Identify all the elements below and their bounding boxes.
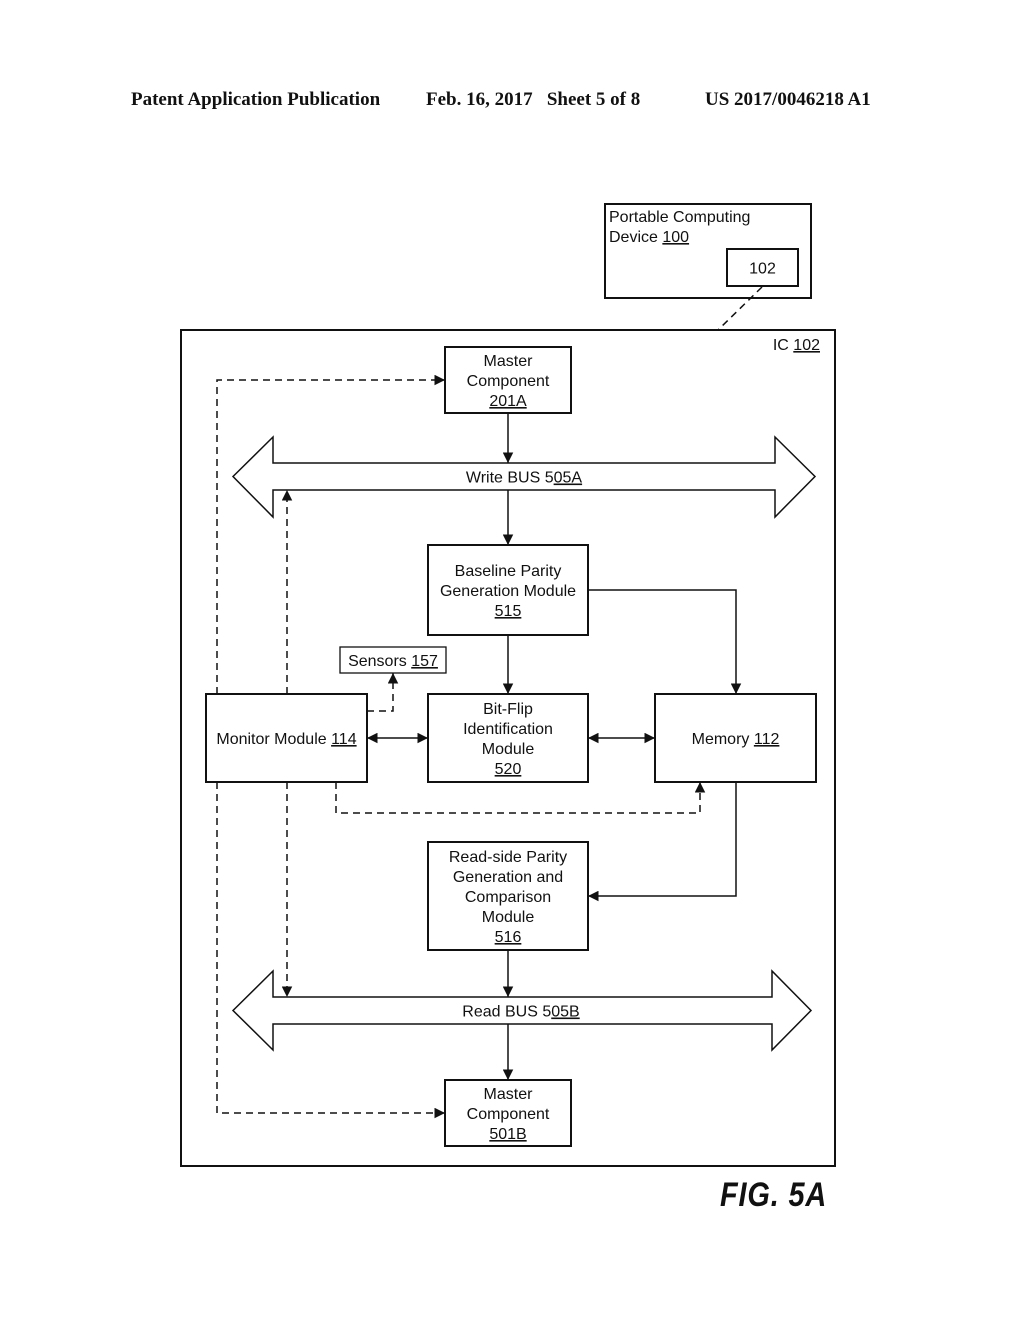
label-text: Identification (463, 721, 553, 738)
master_a-label: Master Component 201A (467, 353, 550, 410)
node-text-line: Module (482, 741, 535, 758)
node-text-line: Comparison (465, 889, 551, 906)
portable_device-label: Portable Computing Device 100 (609, 209, 750, 246)
ref-number: 516 (495, 929, 522, 946)
label-text: IC (773, 337, 793, 354)
label-text: Monitor Module (216, 731, 331, 748)
label-text: Read BUS 5 (462, 1004, 551, 1021)
label-text: Baseline Parity (455, 563, 562, 580)
ref-number: 201A (489, 393, 527, 410)
ref-number: 112 (754, 731, 780, 748)
node-text-line: Component (467, 1106, 550, 1123)
node-text-line: Identification (463, 721, 553, 738)
node-text-line: Read-side Parity (449, 849, 567, 866)
node-text-line: Monitor Module 114 (216, 731, 356, 748)
node-text-line: Module (482, 909, 535, 926)
ref-number: 520 (495, 761, 522, 778)
node-text-line: Portable Computing (609, 209, 750, 226)
ref-number: 501B (489, 1126, 526, 1143)
ref-number: 515 (495, 603, 522, 620)
node-text-line: 520 (495, 761, 522, 778)
label-text: Device (609, 229, 662, 246)
edge-monitor-to-memory (335, 782, 706, 814)
ref-number: 100 (662, 229, 689, 246)
label-text: Sensors (348, 653, 411, 670)
label-text: Portable Computing (609, 209, 750, 226)
ref-number: 05A (554, 470, 583, 487)
baseline_parity-label: Baseline Parity Generation Module 515 (440, 563, 576, 620)
diagram-canvas: Portable ComputingDevice 100102IC 102Mas… (180, 203, 836, 1167)
node-text-line: Generation and (453, 869, 563, 886)
master_b-label: Master Component 501B (467, 1086, 550, 1143)
label-text: Component (467, 1106, 550, 1123)
ref-number: 05B (551, 1004, 579, 1021)
node-text-line: Master (484, 1086, 534, 1103)
node-text-line: Generation Module (440, 583, 576, 600)
label-text: Comparison (465, 889, 551, 906)
sensors-label: Sensors 157 (348, 653, 438, 670)
node-text-line: 501B (489, 1126, 526, 1143)
node-text-line: Component (467, 373, 550, 390)
device_chip-label: 102 (749, 261, 776, 278)
label-text: Module (482, 741, 535, 758)
node-text-line: Memory 112 (692, 731, 780, 748)
node-text-line: 516 (495, 929, 522, 946)
read-bus-arrow-label: Read BUS 505B (462, 1004, 579, 1021)
edge-baseline-to-memory (588, 589, 742, 694)
edge-monitor-to-master-b (216, 782, 445, 1119)
node-text-line: Device 100 (609, 229, 689, 246)
ref-number: 157 (411, 653, 438, 670)
edge-device-to-ic (717, 286, 763, 331)
monitor-label: Monitor Module 114 (216, 731, 356, 748)
label-text: Master (484, 1086, 534, 1103)
edge-memory-to-readside (588, 782, 737, 902)
figure-label: FIG. 5A (720, 1176, 828, 1214)
edge-monitor-to-sensors (367, 673, 399, 712)
write-bus-arrow-label: Write BUS 505A (466, 470, 583, 487)
label-text: Bit-Flip (483, 701, 533, 718)
node-text-line: IC 102 (773, 337, 820, 354)
label-text: Memory (692, 731, 754, 748)
label-text: Read-side Parity (449, 849, 567, 866)
label-text: Module (482, 909, 535, 926)
label-text: 102 (749, 261, 776, 278)
label-text: Write BUS 5 (466, 470, 554, 487)
bitflip-label: Bit-Flip Identification Module 520 (463, 701, 553, 778)
node-text-line: Baseline Parity (455, 563, 562, 580)
ref-number: 114 (331, 731, 357, 748)
memory-label: Memory 112 (692, 731, 780, 748)
label-text: Component (467, 373, 550, 390)
node-text-line: 102 (749, 261, 776, 278)
node-text-line: Bit-Flip (483, 701, 533, 718)
node-text-line: 201A (489, 393, 527, 410)
node-text-line: 515 (495, 603, 522, 620)
label-text: Generation Module (440, 583, 576, 600)
readside_parity-label: Read-side Parity Generation and Comparison… (449, 849, 567, 946)
label-text: Master (484, 353, 534, 370)
node-text-line: Sensors 157 (348, 653, 438, 670)
ref-number: 102 (793, 337, 820, 354)
label-text: Generation and (453, 869, 563, 886)
ic-label: IC 102 (773, 337, 820, 354)
node-text-line: Master (484, 353, 534, 370)
